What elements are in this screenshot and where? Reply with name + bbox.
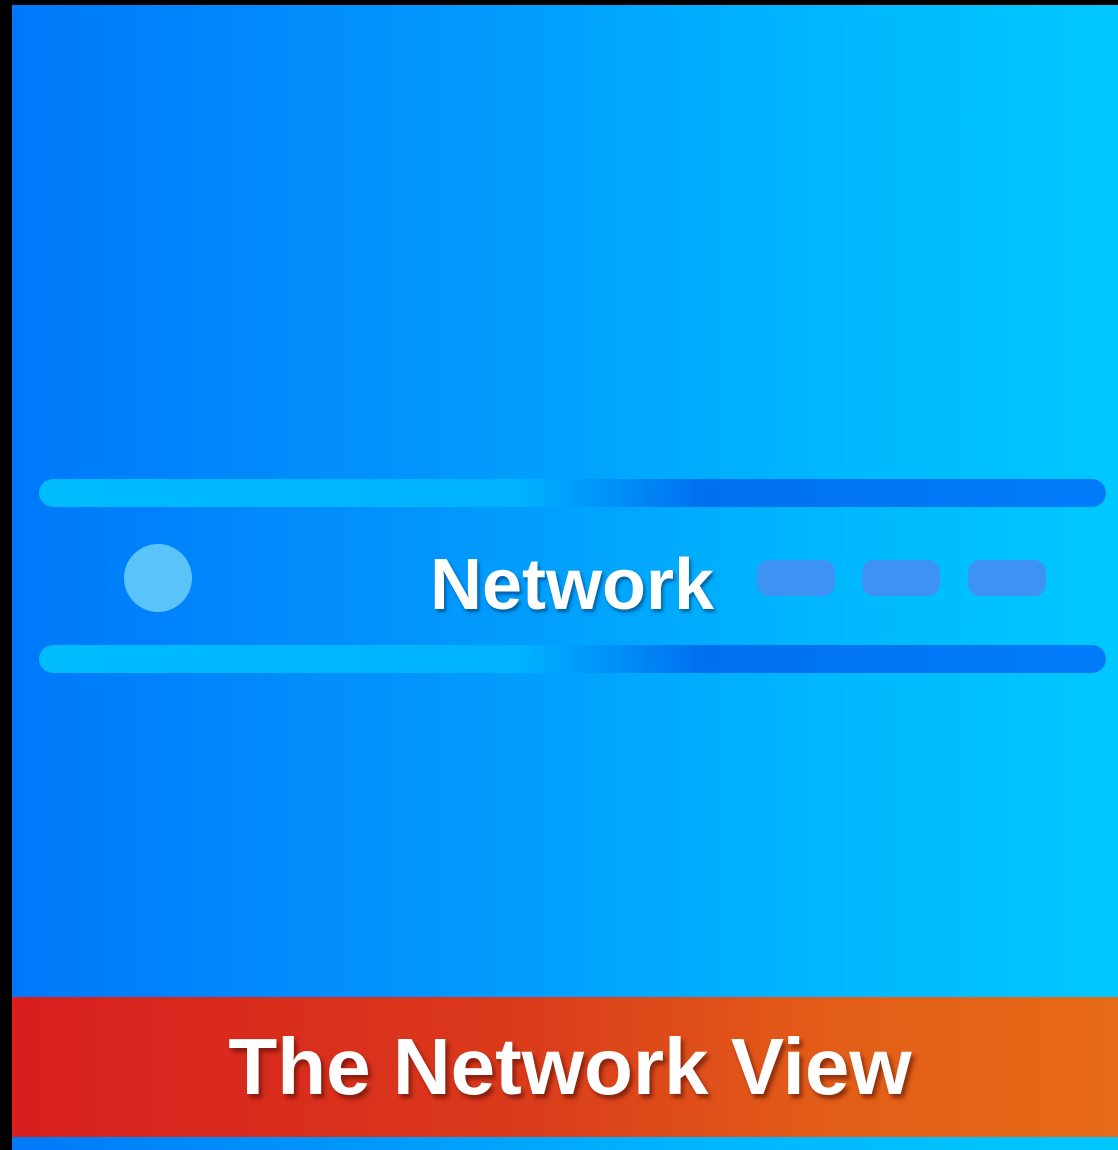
port-indicator [968,560,1046,596]
network-illustration-panel: Network The Network View [12,5,1118,1150]
banner-title: The Network View [228,1022,912,1111]
device-label: Network [429,545,715,625]
port-indicator [862,560,940,596]
bottom-strip [12,1137,1118,1150]
device-bottom-rail [39,645,1106,673]
device-top-rail [39,479,1106,507]
title-banner: The Network View [12,997,1118,1137]
page: Network The Network View [0,0,1118,1150]
port-indicator [757,560,835,596]
status-light-icon [124,544,192,612]
